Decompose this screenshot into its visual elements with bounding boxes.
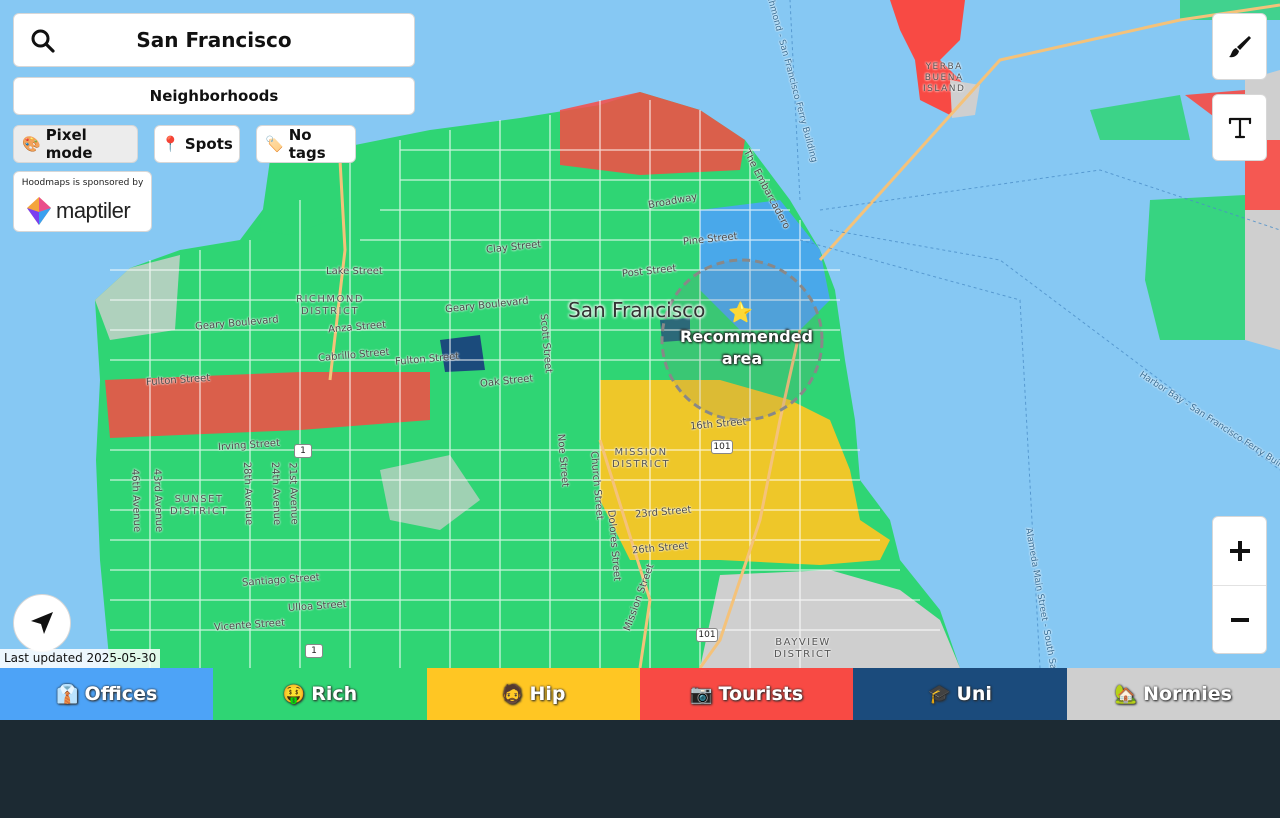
- sponsor-text: Hoodmaps is sponsored by: [21, 178, 144, 188]
- legend-label: Normies: [1143, 683, 1232, 705]
- street-label: 28th Avenue: [241, 461, 255, 526]
- street-label: 21st Avenue: [286, 462, 300, 525]
- search-box[interactable]: San Francisco: [13, 13, 415, 67]
- maptiler-logo[interactable]: maptiler: [26, 195, 144, 227]
- marina-tourists: [560, 92, 745, 175]
- legend-label: Rich: [311, 683, 358, 705]
- navigation-arrow-icon: [31, 612, 53, 634]
- pixel-mode-label: Pixel mode: [45, 126, 93, 162]
- palette-icon: 🎨: [22, 135, 41, 153]
- highway-shield: 1: [294, 444, 312, 458]
- east-bay-rich-2: [1090, 95, 1190, 140]
- highway-shield: 1: [305, 644, 323, 658]
- spots-label: Spots: [184, 135, 233, 153]
- zoom-control: [1212, 516, 1267, 654]
- highway-shield: 101: [696, 628, 718, 642]
- east-bay-rich: [1145, 195, 1245, 340]
- text-tool-button[interactable]: [1212, 94, 1267, 161]
- street-label: 43rd Avenue: [151, 468, 165, 533]
- legend-hip[interactable]: 🧔 Hip: [426, 668, 640, 720]
- district-label-sunset: SUNSET DISTRICT: [170, 494, 229, 517]
- neighborhoods-button[interactable]: Neighborhoods: [13, 77, 415, 115]
- legend-normies[interactable]: 🏡 Normies: [1066, 668, 1280, 720]
- highway-shield: 101: [711, 440, 733, 454]
- money-face-icon: 🤑: [282, 683, 306, 705]
- legend-tourists[interactable]: 📷 Tourists: [639, 668, 854, 720]
- search-input[interactable]: San Francisco: [14, 28, 414, 52]
- legend-label: Hip: [529, 683, 566, 705]
- no-tags-button[interactable]: 🏷️ No tags: [256, 125, 356, 163]
- no-tags-label: No tags: [288, 126, 326, 162]
- recommended-area-label[interactable]: Recommended area: [680, 326, 813, 370]
- last-updated-label: Last updated 2025-05-30: [0, 649, 161, 668]
- text-tool-icon: [1228, 117, 1251, 138]
- zoom-out-button[interactable]: [1213, 586, 1266, 654]
- district-label-bayview: BAYVIEW DISTRICT: [774, 637, 833, 660]
- west-beach-normies: [95, 255, 180, 340]
- district-label-yerba-buena: YERBA BUENA ISLAND: [923, 62, 966, 94]
- paint-brush-button[interactable]: [1212, 13, 1267, 80]
- street-label: 24th Avenue: [269, 461, 283, 526]
- bearded-person-icon: 🧔: [501, 683, 524, 705]
- pixel-mode-button[interactable]: 🎨 Pixel mode: [13, 125, 138, 163]
- tag-icon: 🏷️: [265, 135, 284, 153]
- minus-icon: [1230, 618, 1249, 622]
- legend-offices[interactable]: 👔 Offices: [0, 668, 214, 720]
- necktie-icon: 👔: [56, 683, 79, 705]
- legend-label: Uni: [956, 683, 992, 705]
- camera-icon: 📷: [690, 683, 713, 705]
- sponsor-box[interactable]: Hoodmaps is sponsored by maptiler: [13, 171, 152, 232]
- district-label-richmond: RICHMOND DISTRICT: [296, 294, 365, 317]
- maptiler-logo-icon: [27, 197, 51, 225]
- street-label: Lake Street: [326, 266, 383, 277]
- legend-bar: 👔 Offices 🤑 Rich 🧔 Hip 📷 Tourists 🎓 Uni …: [0, 668, 1280, 720]
- locate-me-button[interactable]: [13, 594, 71, 652]
- district-label-mission: MISSION DISTRICT: [612, 447, 671, 470]
- plus-icon: [1229, 541, 1250, 561]
- spots-button[interactable]: 📍 Spots: [154, 125, 240, 163]
- star-icon[interactable]: ⭐: [728, 300, 753, 324]
- paint-brush-icon: [1228, 35, 1251, 57]
- legend-uni[interactable]: 🎓 Uni: [853, 668, 1067, 720]
- street-label: 46th Avenue: [129, 468, 143, 533]
- zoom-in-button[interactable]: [1213, 517, 1266, 585]
- search-icon[interactable]: [30, 28, 56, 54]
- city-label: San Francisco: [568, 298, 706, 322]
- maptiler-brand: maptiler: [56, 198, 131, 223]
- house-icon: 🏡: [1114, 683, 1138, 705]
- legend-label: Offices: [84, 683, 158, 705]
- app-root: Lake Street Clay Street Geary Boulevard …: [0, 0, 1280, 818]
- graduation-cap-icon: 🎓: [928, 683, 951, 705]
- legend-rich[interactable]: 🤑 Rich: [213, 668, 427, 720]
- pin-icon: 📍: [161, 135, 180, 153]
- legend-label: Tourists: [718, 683, 804, 705]
